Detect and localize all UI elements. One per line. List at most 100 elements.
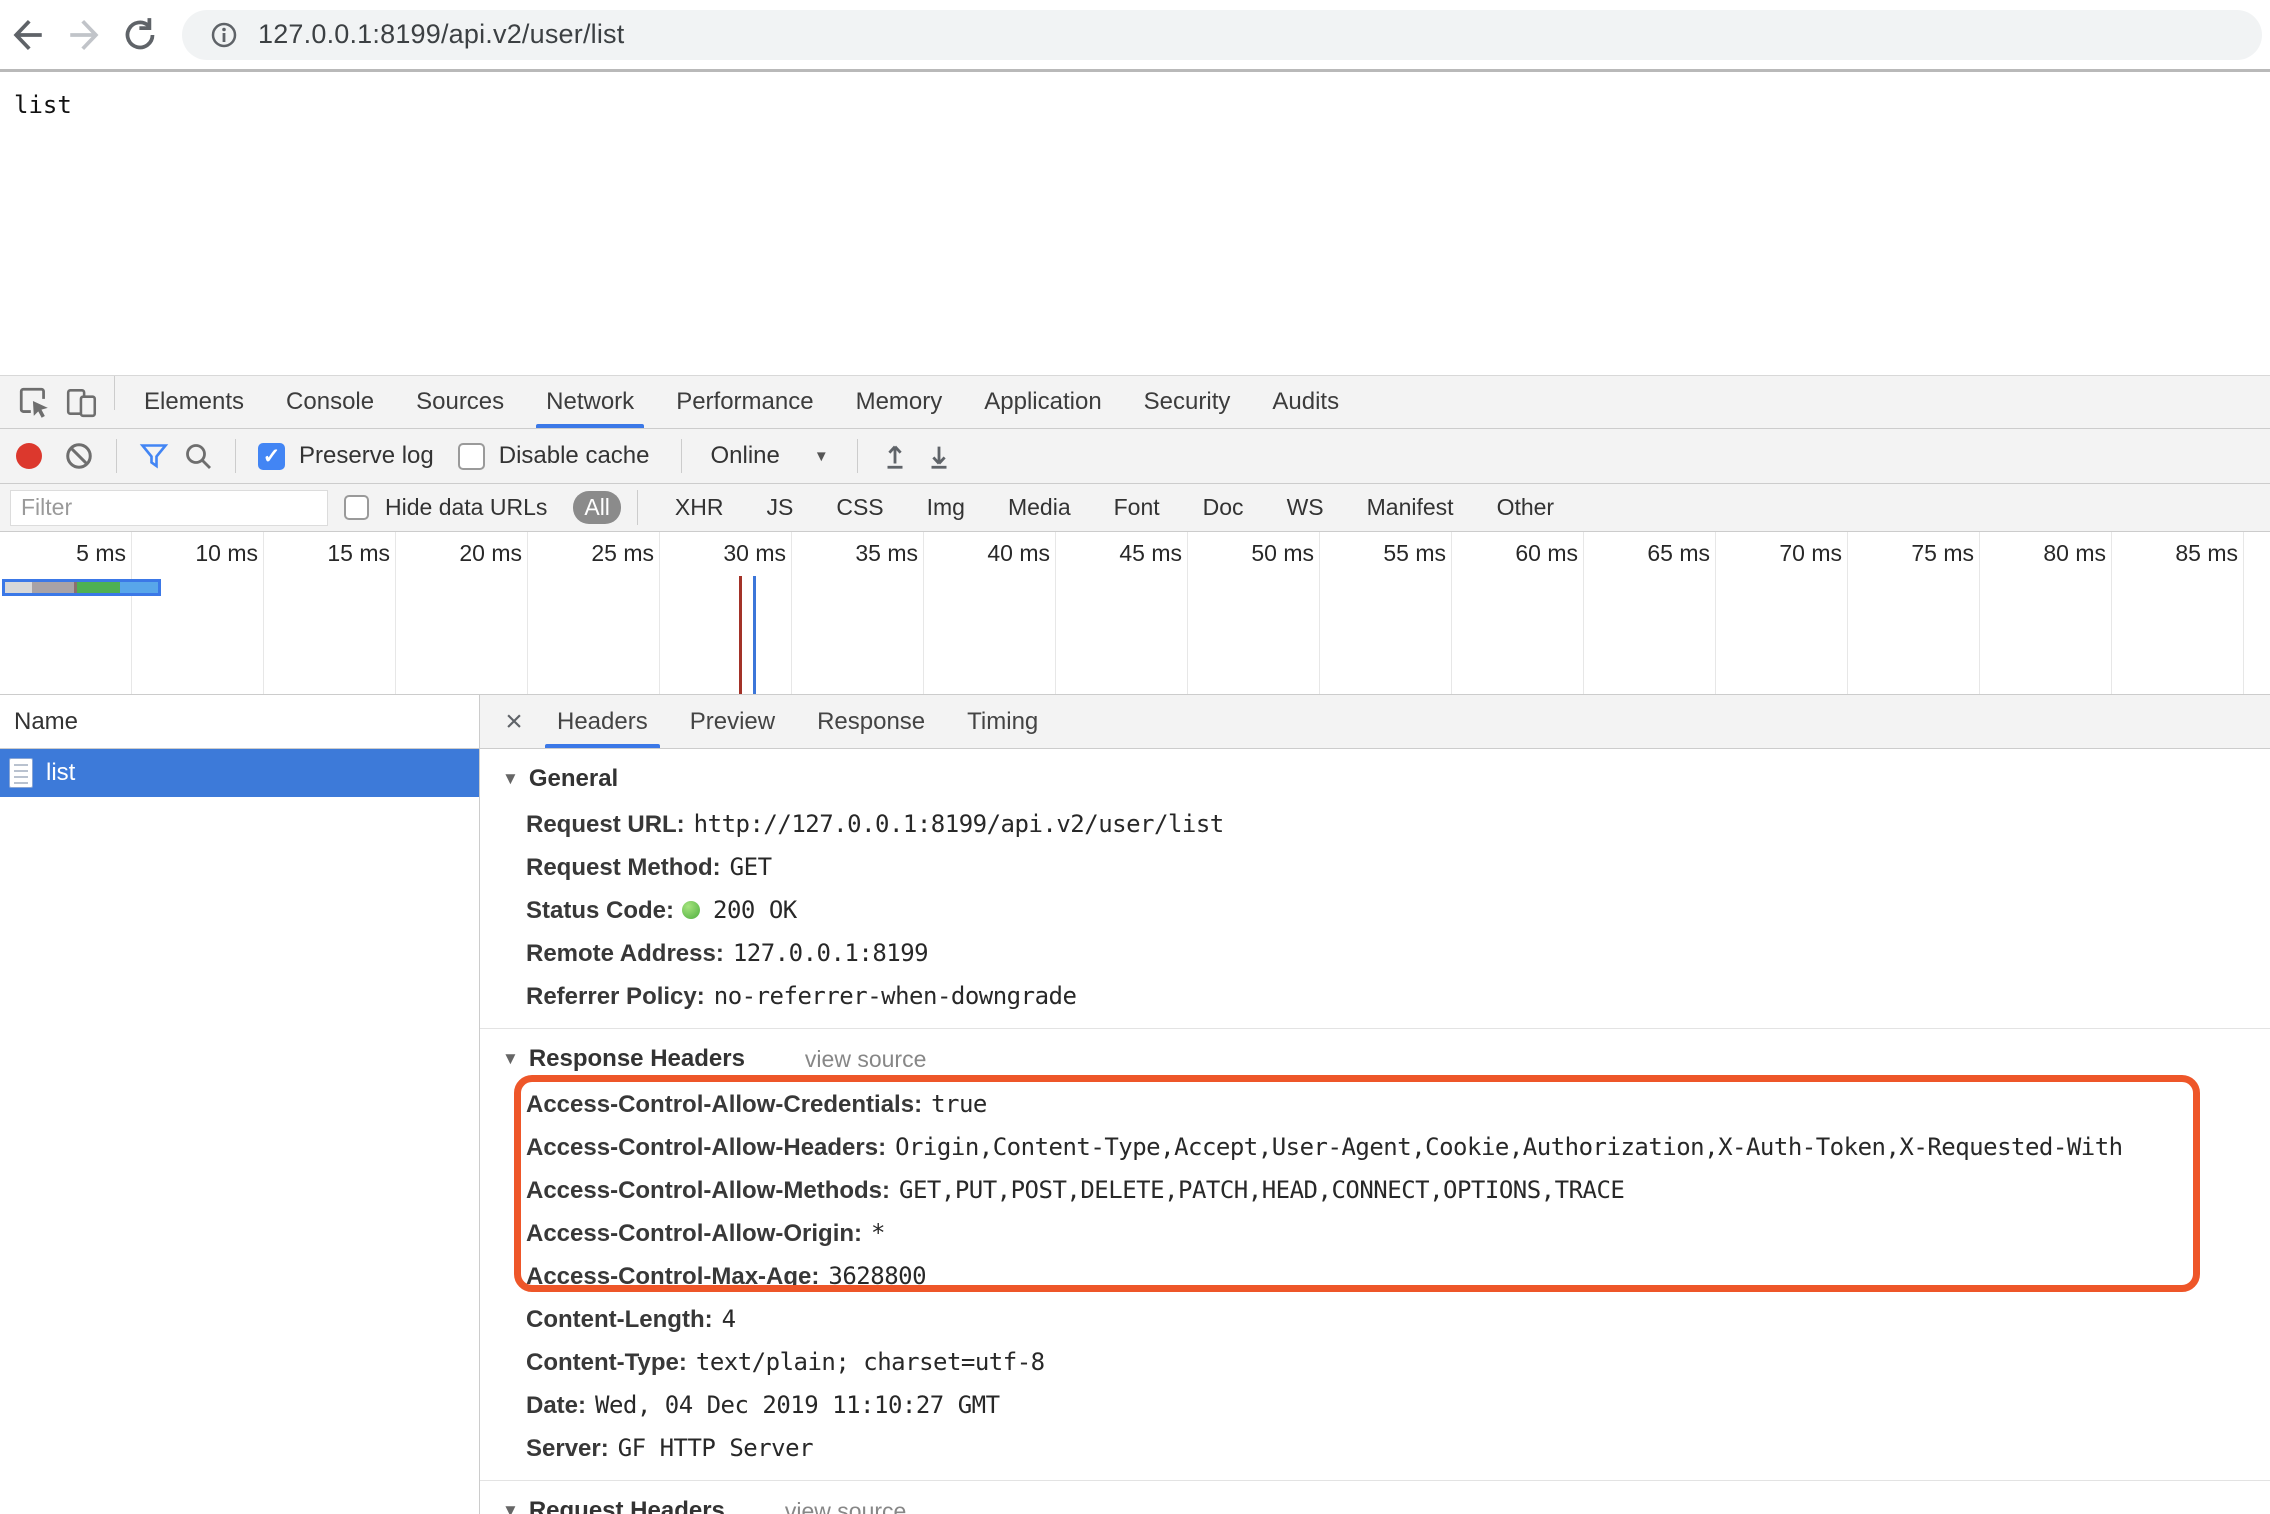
details-tab[interactable]: Response (796, 695, 946, 748)
request-type-filter[interactable]: Doc (1192, 491, 1255, 524)
view-source-link[interactable]: view source (805, 1046, 926, 1073)
timeline-tick: 20 ms (396, 532, 528, 694)
header-row: Access-Control-Allow-Headers: Origin,Cont… (526, 1126, 2270, 1169)
timeline-tick: 40 ms (924, 532, 1056, 694)
general-section-header[interactable]: ▼ General (480, 749, 2270, 795)
devtools-tab[interactable]: Memory (835, 376, 964, 428)
request-type-filter[interactable]: Img (916, 491, 976, 524)
clear-icon[interactable] (64, 441, 94, 471)
import-har-icon[interactable] (880, 441, 910, 471)
request-type-filters: All XHR JS CSS Img Media Font Doc WS Manifest Othe… (573, 491, 1565, 524)
device-toolbar-button[interactable] (58, 376, 106, 428)
screenshot-root: 127.0.0.1:8199/api.v2/user/list list (0, 0, 2270, 1514)
request-headers-section-header[interactable]: ▼ Request Headers view source (480, 1481, 2270, 1514)
section-title: Request Headers (529, 1497, 725, 1514)
filter-icon[interactable] (139, 441, 169, 471)
network-filter-input[interactable] (10, 490, 328, 526)
hide-data-urls-label[interactable]: Hide data URLs (385, 494, 547, 521)
address-bar[interactable]: 127.0.0.1:8199/api.v2/user/list (182, 10, 2262, 60)
requests-list: list (0, 749, 479, 797)
header-name: Referrer Policy: (526, 983, 705, 1010)
details-tab-label: Response (817, 708, 925, 736)
info-icon[interactable] (208, 19, 240, 51)
devtools-tab[interactable]: Audits (1251, 376, 1360, 428)
refresh-button[interactable] (112, 7, 168, 63)
devtools-tab[interactable]: Elements (123, 376, 265, 428)
header-name: Content-Length: (526, 1306, 713, 1333)
request-type-filter[interactable]: Font (1103, 491, 1171, 524)
separator (235, 439, 236, 473)
devtools-panel: Elements Console Sources Network Perform… (0, 375, 2270, 1514)
request-row[interactable]: list (0, 749, 479, 797)
devtools-tab[interactable]: Console (265, 376, 395, 428)
request-headers-section: ▼ Request Headers view source (480, 1481, 2270, 1514)
search-icon[interactable] (183, 441, 213, 471)
header-value: 200 OK (713, 896, 797, 924)
preserve-log-checkbox[interactable]: ✓ (258, 443, 285, 470)
disable-cache-label[interactable]: Disable cache (499, 442, 650, 470)
details-tab-label: Preview (690, 708, 775, 736)
export-har-icon[interactable] (924, 441, 954, 471)
header-row: Access-Control-Allow-Origin:* (526, 1212, 2270, 1255)
response-headers-section: ▼ Response Headers view source Access-Co… (480, 1029, 2270, 1481)
header-value: no-referrer-when-downgrade (714, 982, 1077, 1010)
devtools-tab[interactable]: Sources (395, 376, 525, 428)
separator (116, 439, 117, 473)
chevron-down-icon: ▼ (814, 448, 829, 465)
devtools-tabs: Elements Console Sources Network Perform… (123, 376, 1360, 428)
devtools-tab[interactable]: Network (525, 376, 655, 428)
network-overview-timeline[interactable]: 5 ms10 ms15 ms20 ms25 ms30 ms35 ms40 ms4… (0, 532, 2270, 695)
header-row: Access-Control-Allow-Methods:GET,PUT,POS… (526, 1169, 2270, 1212)
response-headers-section-header[interactable]: ▼ Response Headers view source (480, 1029, 2270, 1075)
request-type-filter[interactable]: Manifest (1356, 491, 1465, 524)
header-name: Access-Control-Max-Age: (526, 1263, 819, 1290)
details-tabs: Headers Preview Response Timing (536, 695, 1059, 748)
devtools-tab[interactable]: Application (963, 376, 1122, 428)
disable-cache-checkbox[interactable]: ✓ (458, 443, 485, 470)
details-tab[interactable]: Preview (669, 695, 796, 748)
throttling-dropdown[interactable]: Online ▼ (704, 442, 834, 470)
devtools-tab-label: Elements (144, 388, 244, 416)
header-value: GF HTTP Server (618, 1434, 813, 1462)
header-value: Origin,Content-Type,Accept,User-Agent,Co… (895, 1133, 2123, 1161)
details-tab[interactable]: Headers (536, 695, 669, 748)
header-name: Access-Control-Allow-Headers: (526, 1134, 886, 1161)
view-source-link[interactable]: view source (785, 1498, 906, 1514)
header-value: GET (730, 853, 772, 881)
header-row: Access-Control-Allow-Credentials:true (526, 1083, 2270, 1126)
request-type-filter[interactable]: CSS (825, 491, 894, 524)
request-type-filter[interactable]: Other (1486, 491, 1566, 524)
close-details-button[interactable]: × (492, 695, 536, 748)
header-name: Server: (526, 1435, 609, 1462)
devtools-tab-label: Network (546, 388, 634, 416)
record-button[interactable] (16, 443, 42, 469)
preserve-log-label[interactable]: Preserve log (299, 442, 434, 470)
throttling-value: Online (710, 442, 779, 470)
details-tab[interactable]: Timing (946, 695, 1059, 748)
timeline-tick: 30 ms (660, 532, 792, 694)
devtools-tab-label: Memory (856, 388, 943, 416)
devtools-tab[interactable]: Performance (655, 376, 834, 428)
request-type-filter[interactable]: WS (1276, 491, 1335, 524)
header-name: Access-Control-Allow-Methods: (526, 1177, 890, 1204)
devtools-tab[interactable]: Security (1123, 376, 1252, 428)
timeline-tick: 25 ms (528, 532, 660, 694)
document-icon (9, 758, 33, 788)
timeline-tick: 70 ms (1716, 532, 1848, 694)
forward-button[interactable] (56, 7, 112, 63)
url-text[interactable]: 127.0.0.1:8199/api.v2/user/list (258, 19, 624, 50)
disclosure-triangle-icon: ▼ (502, 1049, 519, 1069)
name-column-header[interactable]: Name (0, 695, 479, 749)
request-type-filter[interactable]: All (573, 491, 621, 524)
inspect-element-button[interactable] (10, 376, 58, 428)
request-type-filter[interactable]: JS (755, 491, 804, 524)
back-button[interactable] (0, 7, 56, 63)
network-filterbar: ✓ Hide data URLs All XHR JS CSS Img Media Font… (0, 484, 2270, 532)
request-bar-segment (120, 582, 158, 593)
hide-data-urls-checkbox[interactable]: ✓ (344, 495, 369, 520)
timeline-tick: 85 ms (2112, 532, 2244, 694)
request-type-filter[interactable]: XHR (664, 491, 735, 524)
request-type-filter[interactable]: Media (997, 491, 1082, 524)
separator (114, 376, 115, 410)
timeline-tick: 55 ms (1320, 532, 1452, 694)
